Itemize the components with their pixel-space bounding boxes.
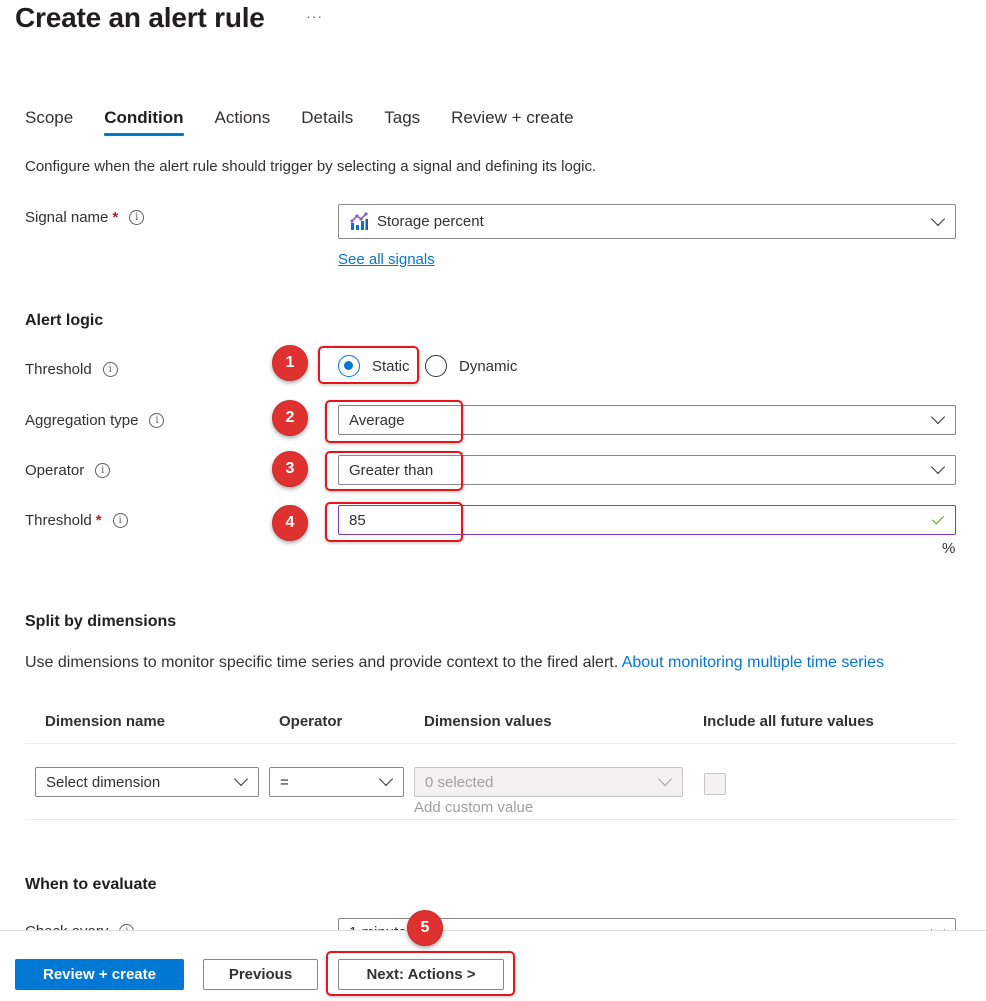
split-description-text: Use dimensions to monitor specific time … bbox=[25, 654, 619, 671]
checkmark-icon bbox=[931, 513, 945, 527]
radio-dynamic-label: Dynamic bbox=[459, 357, 518, 375]
threshold-value-input[interactable]: 85 bbox=[338, 505, 956, 535]
callout-badge-5: 5 bbox=[407, 910, 443, 946]
dimension-values-value: 0 selected bbox=[425, 773, 494, 791]
callout-badge-3: 3 bbox=[272, 451, 308, 487]
tab-condition[interactable]: Condition bbox=[104, 108, 184, 136]
radio-dynamic-circle[interactable] bbox=[425, 355, 447, 377]
radio-dynamic[interactable]: Dynamic bbox=[425, 355, 517, 377]
chevron-down-icon bbox=[379, 775, 393, 789]
tab-details[interactable]: Details bbox=[301, 108, 353, 136]
threshold-unit: % bbox=[942, 540, 956, 557]
dimension-operator-dropdown[interactable]: = bbox=[269, 767, 404, 797]
condition-description: Configure when the alert rule should tri… bbox=[25, 158, 597, 175]
chevron-down-icon bbox=[931, 463, 945, 477]
chevron-down-icon bbox=[931, 413, 945, 427]
when-to-evaluate-title: When to evaluate bbox=[25, 876, 157, 893]
split-by-dimensions-title: Split by dimensions bbox=[25, 613, 177, 630]
operator-dropdown[interactable]: Greater than bbox=[338, 455, 956, 485]
tab-scope[interactable]: Scope bbox=[25, 108, 73, 136]
dimension-name-dropdown[interactable]: Select dimension bbox=[35, 767, 259, 797]
chevron-down-icon bbox=[234, 775, 248, 789]
signal-name-label: Signal name * i bbox=[25, 209, 145, 226]
required-mark: * bbox=[112, 209, 119, 226]
table-header-divider bbox=[25, 743, 956, 744]
dimension-operator-value: = bbox=[280, 773, 289, 791]
chevron-down-icon bbox=[658, 775, 672, 789]
operator-value: Greater than bbox=[349, 461, 434, 479]
info-icon[interactable]: i bbox=[102, 362, 118, 377]
aggregation-type-label-text: Aggregation type bbox=[25, 412, 139, 429]
info-icon[interactable]: i bbox=[129, 210, 145, 225]
signal-name-label-text: Signal name bbox=[25, 209, 109, 226]
operator-label-text: Operator bbox=[25, 462, 85, 479]
aggregation-type-value: Average bbox=[349, 411, 405, 429]
dimension-values-dropdown[interactable]: 0 selected bbox=[414, 767, 683, 797]
review-create-button[interactable]: Review + create bbox=[15, 959, 184, 990]
alert-logic-title: Alert logic bbox=[25, 312, 104, 329]
threshold-type-label-text: Threshold bbox=[25, 361, 92, 378]
required-mark: * bbox=[95, 512, 102, 529]
info-icon[interactable]: i bbox=[95, 463, 111, 478]
column-header-include-future: Include all future values bbox=[703, 713, 874, 730]
radio-static[interactable]: Static bbox=[338, 355, 410, 377]
next-actions-button[interactable]: Next: Actions > bbox=[338, 959, 504, 990]
info-icon[interactable]: i bbox=[149, 413, 165, 428]
previous-button[interactable]: Previous bbox=[203, 959, 318, 990]
include-future-values-checkbox[interactable] bbox=[704, 773, 726, 795]
aggregation-type-dropdown[interactable]: Average bbox=[338, 405, 956, 435]
see-all-signals-link[interactable]: See all signals bbox=[338, 251, 435, 268]
tab-review-create[interactable]: Review + create bbox=[451, 108, 573, 136]
tab-actions[interactable]: Actions bbox=[215, 108, 271, 136]
table-row-divider bbox=[25, 819, 956, 820]
callout-badge-1: 1 bbox=[272, 345, 308, 381]
add-custom-value-hint: Add custom value bbox=[414, 799, 534, 816]
radio-static-label: Static bbox=[372, 357, 410, 375]
column-header-dimension-values: Dimension values bbox=[424, 713, 552, 730]
info-icon[interactable]: i bbox=[112, 513, 128, 528]
column-header-operator: Operator bbox=[279, 713, 343, 730]
operator-label: Operator i bbox=[25, 462, 111, 479]
callout-badge-4: 4 bbox=[272, 505, 308, 541]
chevron-down-icon bbox=[931, 215, 945, 229]
metric-chart-icon bbox=[349, 211, 369, 232]
threshold-value-label-text: Threshold bbox=[25, 512, 92, 529]
signal-name-dropdown[interactable]: Storage percent bbox=[338, 204, 956, 239]
threshold-type-label: Threshold i bbox=[25, 361, 118, 378]
threshold-value-text[interactable]: 85 bbox=[349, 512, 931, 529]
wizard-tabs: Scope Condition Actions Details Tags Rev… bbox=[25, 108, 605, 136]
aggregation-type-label: Aggregation type i bbox=[25, 412, 165, 429]
more-options-button[interactable]: ··· bbox=[306, 8, 323, 24]
radio-static-circle[interactable] bbox=[338, 355, 360, 377]
about-monitoring-link[interactable]: About monitoring multiple time series bbox=[622, 654, 884, 671]
threshold-value-label: Threshold * i bbox=[25, 512, 128, 529]
column-header-dimension-name: Dimension name bbox=[45, 713, 166, 730]
callout-badge-2: 2 bbox=[272, 400, 308, 436]
dimension-name-placeholder: Select dimension bbox=[46, 773, 161, 791]
signal-name-value: Storage percent bbox=[377, 213, 484, 230]
tab-tags[interactable]: Tags bbox=[384, 108, 420, 136]
page-title: Create an alert rule bbox=[15, 2, 265, 33]
split-description: Use dimensions to monitor specific time … bbox=[25, 651, 965, 674]
